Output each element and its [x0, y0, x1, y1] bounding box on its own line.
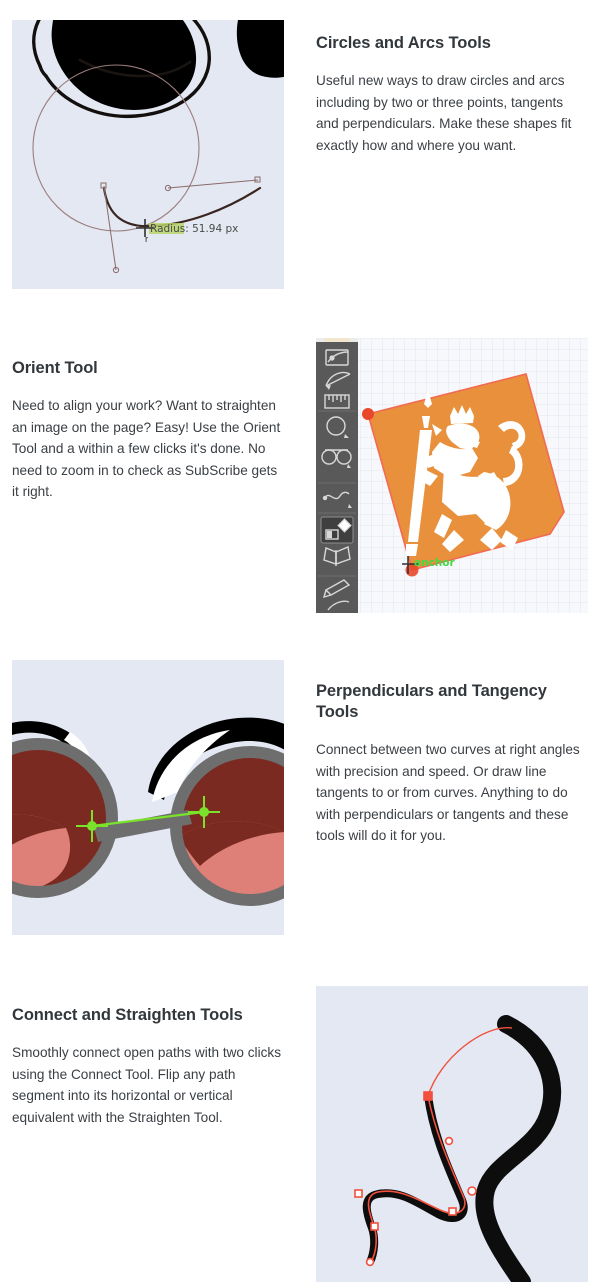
tool-palette: [316, 338, 358, 613]
feature-heading: Orient Tool: [12, 359, 98, 377]
circles-and-arcs-illustration: r Radius: 51.94 px: [12, 20, 284, 289]
feature-list-page: r Radius: 51.94 px Circles and Arcs Tool…: [0, 0, 600, 1282]
anchor-label-text: anchor: [414, 557, 455, 569]
anchor-point-right: [199, 807, 209, 817]
orient-tool-illustration: anchor: [316, 338, 588, 613]
feature-heading: Perpendiculars and Tangency Tools: [316, 682, 547, 721]
connect-straighten-illustration: [316, 986, 588, 1282]
perpendiculars-illustration: [12, 660, 284, 935]
feature-heading: Connect and Straighten Tools: [12, 1006, 243, 1024]
feature-image-connect-and-straighten: [316, 986, 588, 1282]
feature-copy-connect-and-straighten: Connect and Straighten Tools Smoothly co…: [12, 1005, 284, 1128]
feature-body: Need to align your work? Want to straigh…: [12, 398, 281, 499]
feature-body: Smoothly connect open paths with two cli…: [12, 1045, 281, 1125]
feature-image-circles-and-arcs: r Radius: 51.94 px: [12, 20, 284, 289]
feature-copy-orient-tool: Orient Tool Need to align your work? Wan…: [12, 358, 284, 503]
svg-text:r: r: [145, 234, 148, 245]
feature-image-perpendiculars: [12, 660, 284, 935]
feature-image-orient-tool: anchor: [316, 338, 588, 613]
anchor-point-left: [87, 821, 97, 831]
radius-label-text: Radius: 51.94 px: [150, 223, 238, 235]
selection-anchor-top: [362, 408, 374, 420]
feature-copy-circles-and-arcs: Circles and Arcs Tools Useful new ways t…: [316, 33, 588, 156]
feature-heading: Circles and Arcs Tools: [316, 34, 491, 52]
feature-copy-perpendiculars: Perpendiculars and Tangency Tools Connec…: [316, 681, 588, 847]
feature-body: Connect between two curves at right angl…: [316, 742, 580, 843]
orient-tool-icon: [320, 516, 354, 544]
feature-body: Useful new ways to draw circles and arcs…: [316, 73, 572, 153]
